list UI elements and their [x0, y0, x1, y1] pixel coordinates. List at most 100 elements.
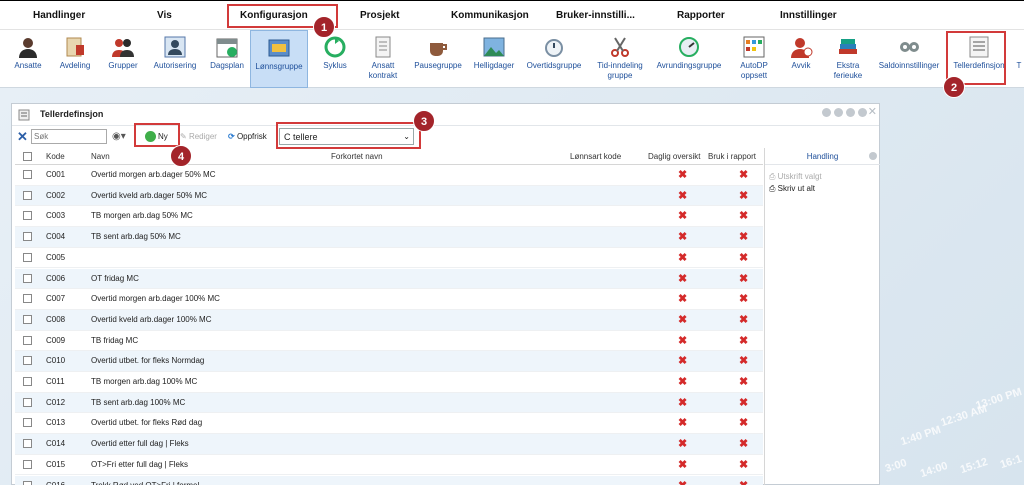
table-row[interactable]: C009 TB fridag MC ✖ ✖: [15, 331, 763, 352]
ribbon-avdeling[interactable]: Avdeling: [55, 30, 95, 88]
table-row[interactable]: C006 OT fridag MC ✖ ✖: [15, 268, 763, 290]
menu-rapporter[interactable]: Rapporter: [677, 1, 725, 31]
row-navn: Overtid morgen arb.dager 50% MC: [91, 170, 216, 179]
print-selected-button[interactable]: ⎙ Utskrift valgt: [769, 172, 822, 182]
pin-icon[interactable]: [834, 108, 843, 117]
ribbon-autodp-oppsett[interactable]: AutoDP oppsett: [733, 30, 775, 88]
row-kode: C004: [46, 232, 66, 242]
table-row[interactable]: C002 Overtid kveld arb.dager 50% MC ✖ ✖: [15, 185, 763, 207]
daglig-oversikt-no-icon: ✖: [678, 376, 688, 388]
ribbon-ansatte[interactable]: Ansatte: [8, 30, 48, 88]
ribbon-label: Avrundingsgruppe: [656, 61, 722, 70]
col-navn[interactable]: Navn: [91, 148, 110, 165]
col-lonnsart-kode[interactable]: Lønnsart kode: [570, 148, 621, 165]
table-row[interactable]: C012 TB sent arb.dag 100% MC ✖ ✖: [15, 392, 763, 414]
table-row[interactable]: C007 Overtid morgen arb.dager 100% MC ✖ ✖: [15, 289, 763, 310]
table-row[interactable]: C015 OT>Fri etter full dag | Fleks ✖ ✖: [15, 455, 763, 476]
printer-icon: ⎙: [769, 172, 776, 181]
row-checkbox[interactable]: [23, 294, 32, 304]
menu-kommunikasjon[interactable]: Kommunikasjon: [451, 1, 529, 31]
ribbon-pausegruppe[interactable]: Pausegruppe: [410, 30, 466, 88]
row-checkbox[interactable]: [23, 459, 32, 469]
row-checkbox[interactable]: [23, 252, 32, 262]
menu-bruker-innstillinger[interactable]: Bruker-innstilli...: [556, 1, 635, 31]
row-checkbox[interactable]: [23, 397, 32, 407]
bruk-i-rapport-no-icon: ✖: [739, 396, 749, 409]
table-row[interactable]: C013 Overtid utbet. for fleks Rød dag ✖ ✖: [15, 413, 763, 435]
row-navn: Overtid etter full dag | Fleks: [91, 439, 189, 449]
table-row[interactable]: C014 Overtid etter full dag | Fleks ✖ ✖: [15, 434, 763, 455]
ribbon-label: Tid-inndeling gruppe: [597, 61, 643, 80]
ribbon-more[interactable]: T: [1014, 30, 1024, 88]
ribbon-label: Saldoinnstillinger: [878, 61, 940, 70]
ribbon-grupper[interactable]: Grupper: [103, 30, 143, 88]
row-checkbox[interactable]: [23, 273, 32, 283]
ribbon-lonnsgruppe[interactable]: Lønnsgruppe: [250, 30, 308, 88]
ribbon-label: T: [1016, 61, 1022, 70]
table-row[interactable]: C008 Overtid kveld arb.dager 100% MC ✖ ✖: [15, 309, 763, 331]
row-checkbox[interactable]: [23, 418, 32, 428]
row-checkbox[interactable]: [23, 190, 32, 200]
row-checkbox[interactable]: [23, 314, 32, 324]
table-row[interactable]: C005 ✖ ✖: [15, 248, 763, 269]
action-panel-title: Handling: [765, 148, 880, 165]
books-icon: [839, 39, 857, 54]
row-checkbox[interactable]: [23, 211, 32, 221]
panel-collapse-icon[interactable]: [869, 152, 877, 160]
row-checkbox[interactable]: [23, 480, 32, 485]
ribbon-dagsplan[interactable]: Dagsplan: [207, 30, 247, 88]
col-kode[interactable]: Kode: [46, 148, 65, 165]
row-kode: C002: [46, 190, 66, 200]
bruk-i-rapport-no-icon: ✖: [739, 355, 749, 368]
row-checkbox[interactable]: [23, 170, 32, 179]
row-kode: C015: [46, 459, 66, 469]
decorative-time: 15:12: [958, 455, 990, 477]
authorization-icon: [164, 36, 186, 58]
edit-button[interactable]: ✎ Rediger: [180, 129, 217, 145]
help-icon[interactable]: [822, 108, 831, 117]
row-kode: C011: [46, 377, 65, 386]
refresh-button[interactable]: ⟳ Oppfrisk: [228, 129, 267, 145]
search-input[interactable]: [31, 129, 107, 144]
row-checkbox[interactable]: [23, 335, 32, 345]
col-daglig-oversikt[interactable]: Daglig oversikt: [648, 148, 700, 165]
ribbon-autorisering[interactable]: Autorisering: [150, 30, 200, 88]
row-checkbox[interactable]: [23, 377, 32, 386]
ribbon-saldoinnstillinger[interactable]: Saldoinnstillinger: [874, 30, 944, 88]
row-kode: C001: [46, 170, 66, 179]
bruk-i-rapport-no-icon: ✖: [739, 251, 749, 264]
clear-search-icon[interactable]: ✕: [17, 129, 28, 145]
row-kode: C014: [46, 439, 66, 449]
ribbon-avrundingsgruppe[interactable]: Avrundingsgruppe: [652, 30, 726, 88]
ribbon-syklus[interactable]: Syklus: [316, 30, 354, 88]
menu-vis[interactable]: Vis: [157, 1, 172, 31]
close-icon[interactable]: ✕: [868, 105, 877, 118]
table-row[interactable]: C016 Trekk Rød ved OT>Fri | formel ✖ ✖: [15, 475, 763, 485]
ribbon-avvik[interactable]: Avvik: [783, 30, 819, 88]
row-checkbox[interactable]: [23, 356, 32, 366]
col-forkortet-navn[interactable]: Forkortet navn: [331, 148, 383, 165]
select-all-checkbox[interactable]: [23, 152, 32, 161]
search-options-icon[interactable]: ◉▾: [112, 129, 126, 145]
table-row[interactable]: C011 TB morgen arb.dag 100% MC ✖ ✖: [15, 372, 763, 393]
table-row[interactable]: C003 TB morgen arb.dag 50% MC ✖ ✖: [15, 206, 763, 228]
row-checkbox[interactable]: [23, 439, 32, 449]
print-all-button[interactable]: ⎙ Skriv ut alt: [769, 184, 815, 194]
table-row[interactable]: C010 Overtid utbet. for fleks Normdag ✖ ✖: [15, 351, 763, 372]
ribbon-helligdager[interactable]: Helligdager: [470, 30, 518, 88]
ribbon-tid-inndeling-gruppe[interactable]: Tid-inndeling gruppe: [592, 30, 648, 88]
table-row[interactable]: C004 TB sent arb.dag 50% MC ✖ ✖: [15, 227, 763, 248]
row-checkbox[interactable]: [23, 232, 32, 242]
menu-handlinger[interactable]: Handlinger: [33, 1, 85, 31]
minimize-icon[interactable]: [846, 108, 855, 117]
table-row[interactable]: C001 Overtid morgen arb.dager 50% MC ✖ ✖: [15, 165, 763, 186]
person-icon: [19, 38, 37, 58]
menu-innstillinger[interactable]: Innstillinger: [780, 1, 837, 31]
menu-prosjekt[interactable]: Prosjekt: [360, 1, 399, 31]
ribbon-ekstra-ferieuke[interactable]: Ekstra ferieuke: [827, 30, 869, 88]
maximize-icon[interactable]: [858, 108, 867, 117]
ribbon-overtidsgruppe[interactable]: Overtidsgruppe: [524, 30, 584, 88]
ribbon-ansatt-kontrakt[interactable]: Ansatt kontrakt: [361, 30, 405, 88]
annotation-badge-1: 1: [313, 16, 335, 38]
col-bruk-i-rapport[interactable]: Bruk i rapport: [708, 148, 756, 165]
